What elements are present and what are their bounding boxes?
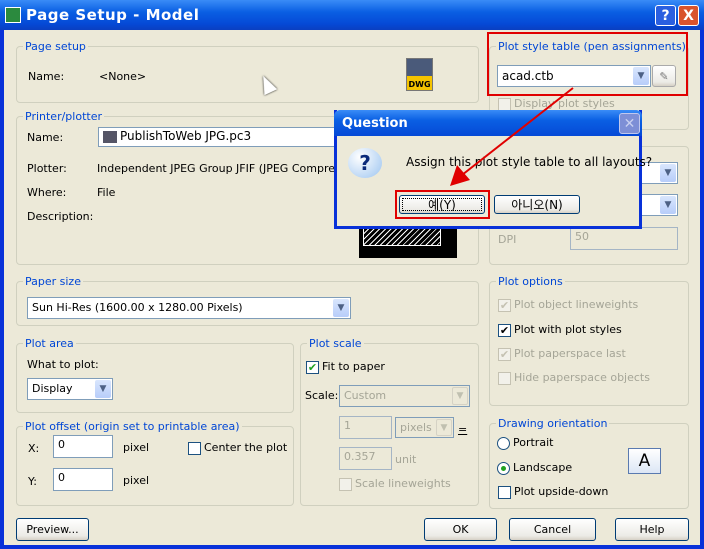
arrow-head (450, 165, 470, 186)
arrow-line (461, 87, 574, 176)
annotation-arrow (450, 87, 574, 186)
